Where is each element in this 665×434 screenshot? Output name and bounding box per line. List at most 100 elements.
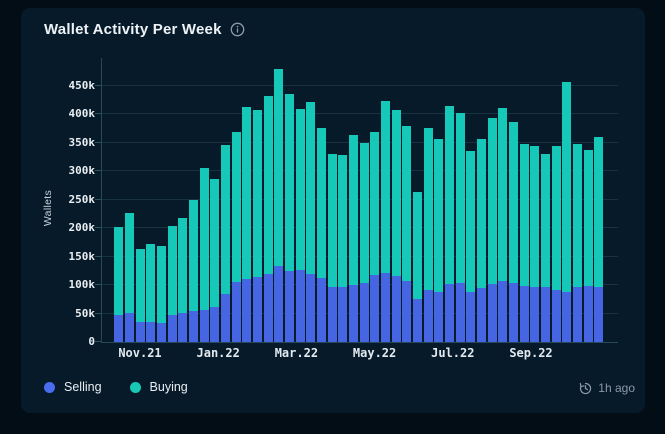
selling-segment [114,315,123,342]
bar-week-42[interactable] [552,146,561,342]
buying-segment [210,179,219,308]
selling-segment [349,285,358,342]
y-tick-label: 250k [21,193,95,206]
chart-title: Wallet Activity Per Week [44,21,222,38]
buying-segment [168,226,177,315]
bar-week-6[interactable] [168,226,177,342]
y-tick-label: 0 [21,335,95,348]
bar-week-2[interactable] [125,213,134,342]
bar-week-26[interactable] [381,101,390,342]
buying-segment [285,94,294,272]
bar-week-21[interactable] [328,154,337,342]
buying-segment [456,113,465,283]
bar-week-27[interactable] [392,110,401,342]
bar-week-40[interactable] [530,146,539,342]
buying-segment [296,109,305,269]
selling-segment [285,271,294,342]
bar-week-14[interactable] [253,110,262,342]
bar-week-23[interactable] [349,135,358,342]
bar-week-4[interactable] [146,244,155,342]
last-updated: 1h ago [579,381,635,395]
buying-segment [146,244,155,323]
selling-segment [221,294,230,342]
legend-item-buying[interactable]: Buying [130,380,188,394]
legend-item-selling[interactable]: Selling [44,380,102,394]
bar-week-45[interactable] [584,150,593,342]
bar-week-46[interactable] [594,137,603,342]
bar-week-31[interactable] [434,139,443,342]
legend-label-selling: Selling [64,380,102,394]
selling-segment [594,287,603,342]
bar-week-1[interactable] [114,227,123,342]
bar-week-5[interactable] [157,246,166,342]
bar-week-44[interactable] [573,144,582,342]
bar-week-37[interactable] [498,108,507,342]
selling-segment [253,277,262,342]
buying-segment [328,154,337,287]
bar-week-3[interactable] [136,249,145,342]
y-tick-mark [95,142,101,143]
buying-segment [221,145,230,294]
selling-segment [189,311,198,342]
bar-week-17[interactable] [285,94,294,342]
bar-week-13[interactable] [242,107,251,342]
y-tick-mark [95,85,101,86]
bar-week-16[interactable] [274,69,283,342]
chart-legend: Selling Buying [44,380,188,394]
buying-segment [306,102,315,273]
wallet-activity-card: Wallet Activity Per Week Wallets Nov.21J… [21,8,645,413]
bar-week-12[interactable] [232,132,241,342]
chart-plot-area: Nov.21Jan.22Mar.22May.22Jul.22Sep.22 [101,58,618,343]
info-icon[interactable] [230,22,245,37]
bar-week-33[interactable] [456,113,465,342]
selling-segment [509,283,518,342]
bar-week-7[interactable] [178,218,187,342]
bar-week-28[interactable] [402,126,411,342]
bar-week-11[interactable] [221,145,230,342]
buying-segment [189,200,198,312]
bar-week-22[interactable] [338,155,347,342]
buying-segment [253,110,262,277]
y-tick-label: 200k [21,221,95,234]
selling-segment [402,281,411,342]
gridline-400k [102,113,618,114]
bar-week-29[interactable] [413,192,422,342]
buying-segment [552,146,561,290]
buying-segment [178,218,187,313]
selling-segment [328,287,337,342]
bar-week-32[interactable] [445,106,454,342]
bar-week-19[interactable] [306,102,315,342]
buying-segment [445,106,454,284]
y-tick-mark [95,256,101,257]
buying-segment [370,132,379,275]
bar-week-20[interactable] [317,128,326,343]
last-updated-text: 1h ago [598,381,635,395]
y-tick-label: 450k [21,79,95,92]
bar-week-10[interactable] [210,179,219,342]
bar-week-41[interactable] [541,154,550,342]
bar-week-24[interactable] [360,143,369,342]
bar-week-36[interactable] [488,118,497,342]
bar-week-35[interactable] [477,139,486,342]
selling-color-dot [44,382,55,393]
bar-week-39[interactable] [520,144,529,342]
bar-week-34[interactable] [466,151,475,342]
bar-week-25[interactable] [370,131,379,342]
bar-week-30[interactable] [424,128,433,342]
selling-segment [530,287,539,342]
selling-segment [178,313,187,342]
selling-segment [136,322,145,342]
bar-week-38[interactable] [509,122,518,342]
y-tick-mark [95,313,101,314]
selling-segment [392,276,401,342]
selling-segment [146,322,155,342]
bar-week-43[interactable] [562,82,571,342]
bar-week-9[interactable] [200,168,209,342]
bar-week-8[interactable] [189,200,198,342]
y-tick-mark [95,341,101,342]
selling-segment [296,270,305,342]
bar-week-18[interactable] [296,109,305,342]
selling-segment [232,282,241,342]
buying-segment [413,192,422,299]
bar-week-15[interactable] [264,96,273,342]
